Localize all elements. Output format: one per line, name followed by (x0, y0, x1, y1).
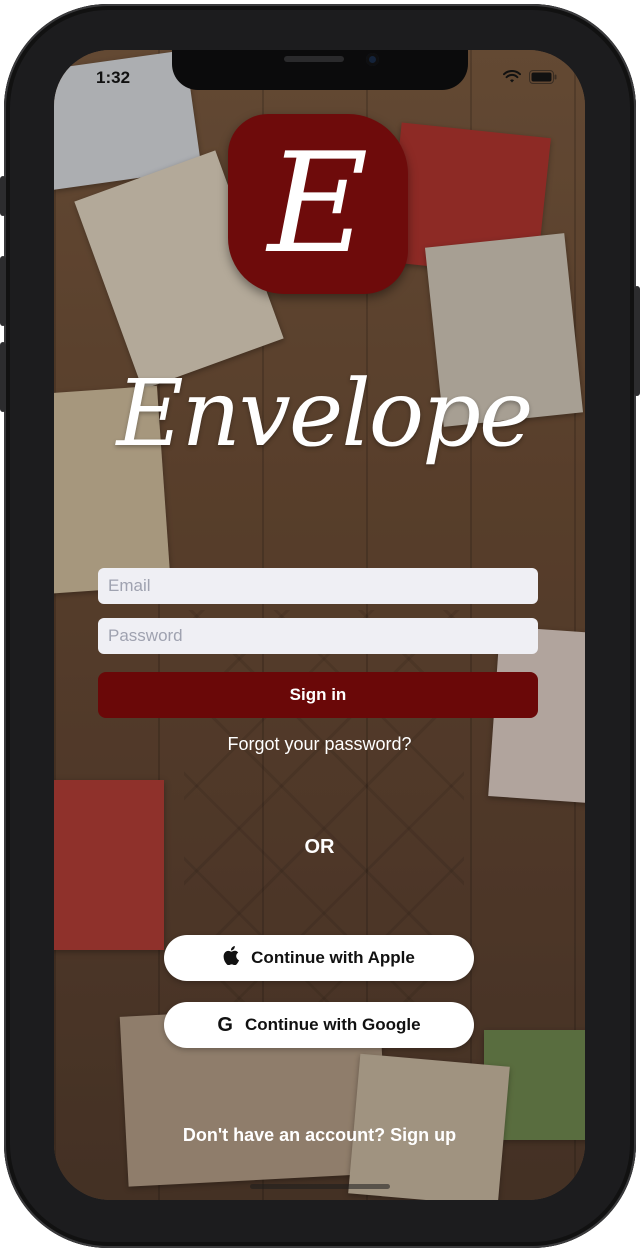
speaker-grille (284, 56, 344, 62)
sign-up-link[interactable]: Don't have an account? Sign up (54, 1125, 585, 1146)
forgot-password-link[interactable]: Forgot your password? (54, 734, 585, 755)
notch (172, 50, 468, 90)
front-camera (366, 53, 379, 66)
status-time: 1:32 (96, 68, 131, 87)
app-screen: 1:32 E Envelope Sign in Forgot your pass… (54, 50, 585, 1200)
continue-with-google-button[interactable]: G Continue with Google (164, 1002, 474, 1048)
google-button-label: Continue with Google (244, 1015, 421, 1034)
apple-button-label: Continue with Apple (251, 948, 415, 967)
or-divider: OR (304, 836, 335, 858)
power-button (634, 286, 640, 396)
status-icons (503, 70, 557, 84)
password-field[interactable] (98, 618, 538, 654)
email-field[interactable] (98, 568, 538, 604)
app-logo: E (228, 114, 408, 294)
apple-icon (223, 946, 240, 970)
volume-down-button (0, 342, 6, 412)
volume-up-button (0, 256, 6, 326)
logo-letter: E (267, 123, 369, 284)
wifi-icon (503, 70, 521, 84)
google-icon: G (217, 1013, 233, 1036)
battery-icon (529, 70, 557, 84)
mute-switch (0, 176, 6, 216)
continue-with-apple-button[interactable]: Continue with Apple (164, 935, 474, 981)
home-indicator (250, 1184, 390, 1189)
sign-in-button[interactable]: Sign in (98, 672, 538, 718)
app-wordmark: Envelope (116, 360, 534, 467)
